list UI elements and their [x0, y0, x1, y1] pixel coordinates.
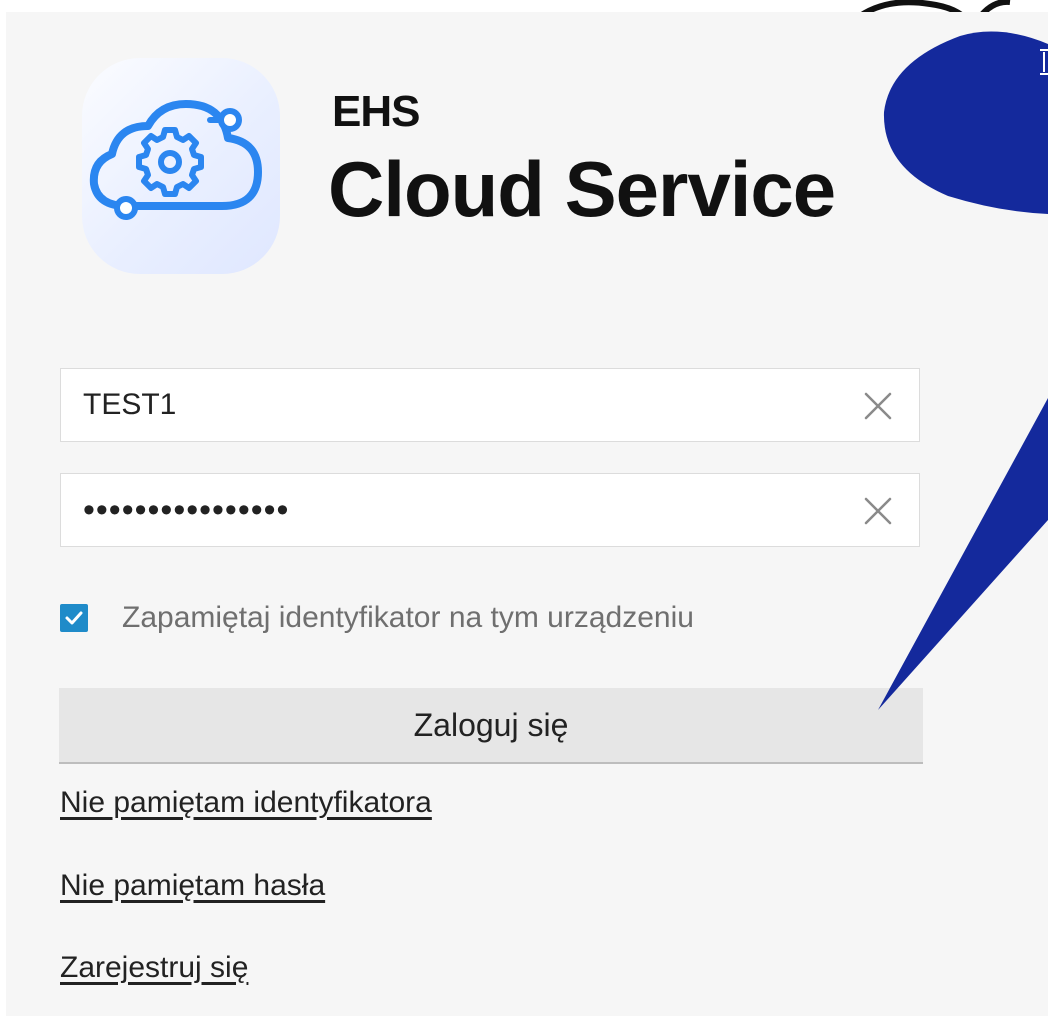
callout-bubble	[878, 31, 1048, 710]
